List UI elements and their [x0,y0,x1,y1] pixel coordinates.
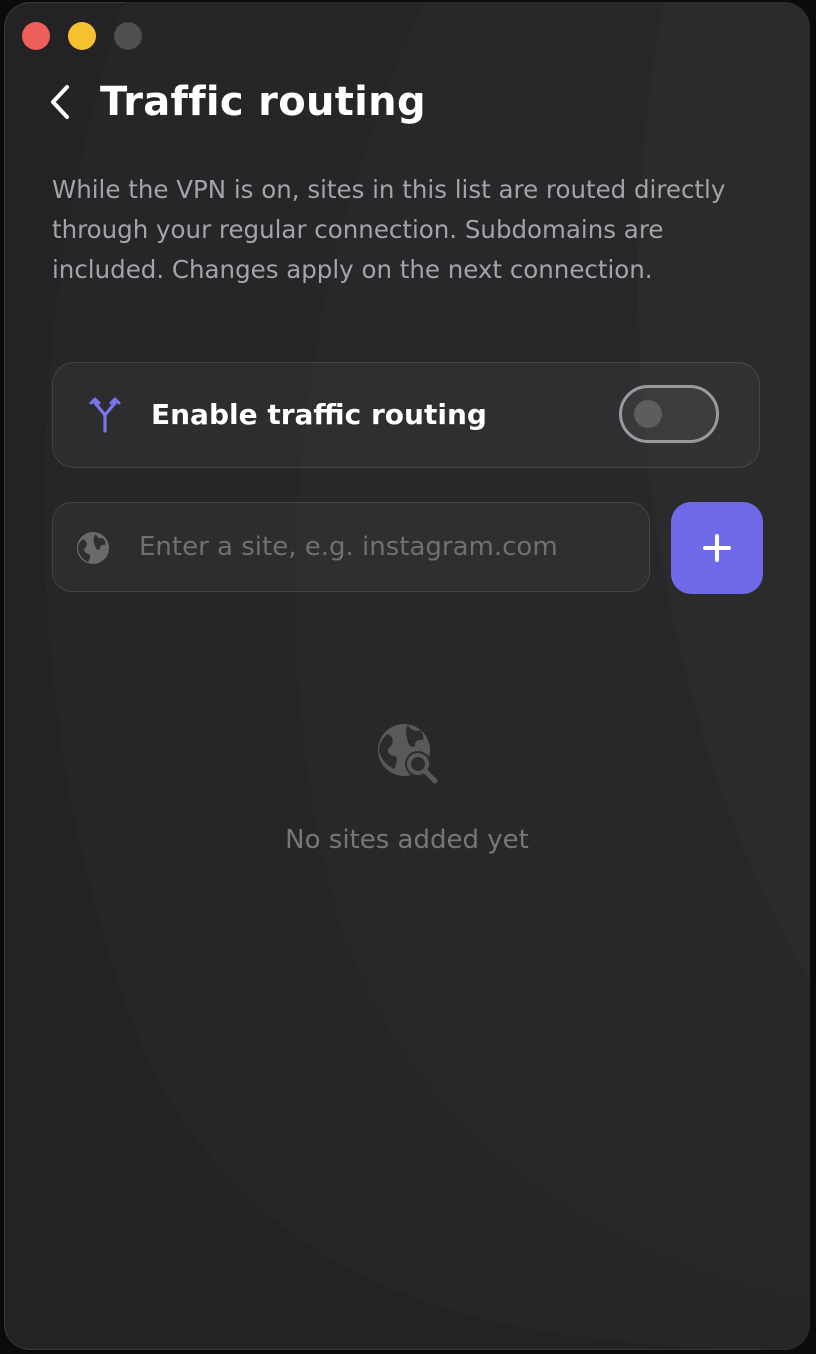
add-site-button[interactable] [671,502,763,594]
toggle-knob [634,400,662,428]
plus-icon [703,534,731,562]
description-text: While the VPN is on, sites in this list … [52,175,726,284]
app-window: Traffic routing While the VPN is on, sit… [4,2,810,1350]
routing-toggle-switch[interactable] [619,385,719,443]
routing-toggle-card: Enable traffic routing [52,362,760,468]
globe-search-icon [378,724,438,784]
close-window-button[interactable] [22,22,50,50]
site-input[interactable] [139,517,639,577]
zoom-window-button[interactable] [114,22,142,50]
site-input-container [52,502,650,592]
empty-state-text: No sites added yet [285,825,529,855]
window-controls [22,22,142,50]
globe-icon [77,532,109,564]
chevron-left-icon [51,85,69,119]
back-button[interactable] [38,78,82,126]
page-title: Traffic routing [100,79,426,125]
route-split-icon [89,397,121,433]
routing-toggle-label: Enable traffic routing [151,398,487,431]
minimize-window-button[interactable] [68,22,96,50]
